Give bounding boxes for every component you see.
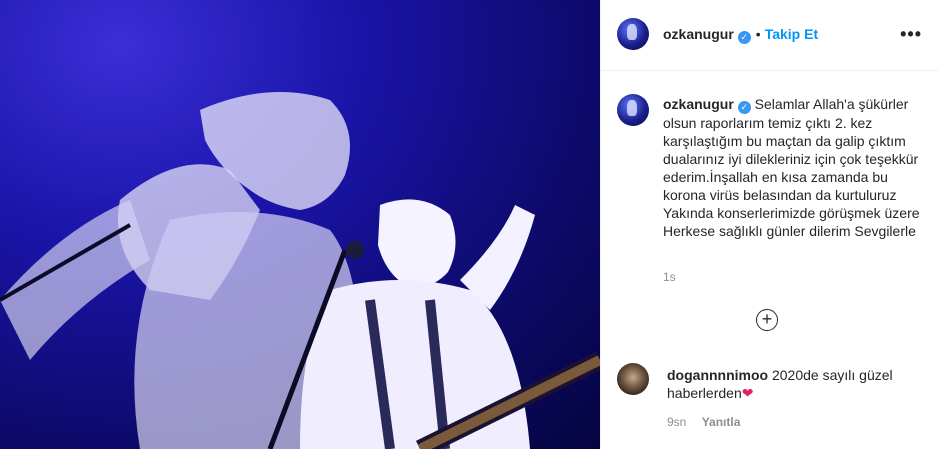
post-side-panel: ozkanugur ✓ • Takip Et ••• ozkanugur ✓ Selam… (600, 0, 938, 449)
header-user-line: ozkanugur ✓ • Takip Et (663, 26, 818, 44)
heart-emoji-icon: ❤ (741, 385, 754, 401)
more-options-icon[interactable]: ••• (900, 24, 922, 45)
caption-text-block: ozkanugur ✓ Selamlar Allah'a şükürler ols… (663, 95, 927, 240)
follow-button[interactable]: Takip Et (765, 26, 818, 42)
caption-timestamp[interactable]: 1s (663, 270, 676, 284)
caption-avatar[interactable] (617, 94, 649, 126)
commenter-avatar[interactable] (617, 363, 649, 395)
verified-badge-icon: ✓ (737, 101, 751, 114)
avatar[interactable] (617, 18, 649, 50)
comment-timestamp[interactable]: 9sn (667, 415, 686, 429)
commenter-username[interactable]: dogannnnimoo (667, 367, 768, 383)
post-photo[interactable] (0, 0, 600, 449)
verified-badge-icon: ✓ (737, 31, 751, 44)
post-header: ozkanugur ✓ • Takip Et ••• (601, 0, 938, 71)
comment-text-block: dogannnnimoo 2020de sayılı güzel haberle… (667, 366, 923, 402)
reply-button[interactable]: Yanıtla (702, 415, 741, 429)
comment-meta: 9sn Yanıtla (667, 415, 740, 429)
caption-username[interactable]: ozkanugur (663, 96, 734, 112)
separator-dot: • (755, 26, 761, 42)
plus-circle-icon[interactable]: + (756, 309, 778, 331)
concert-photo-illustration (0, 92, 600, 449)
header-username[interactable]: ozkanugur (663, 26, 734, 42)
caption-body: Selamlar Allah'a şükürler olsun raporlar… (663, 96, 920, 239)
